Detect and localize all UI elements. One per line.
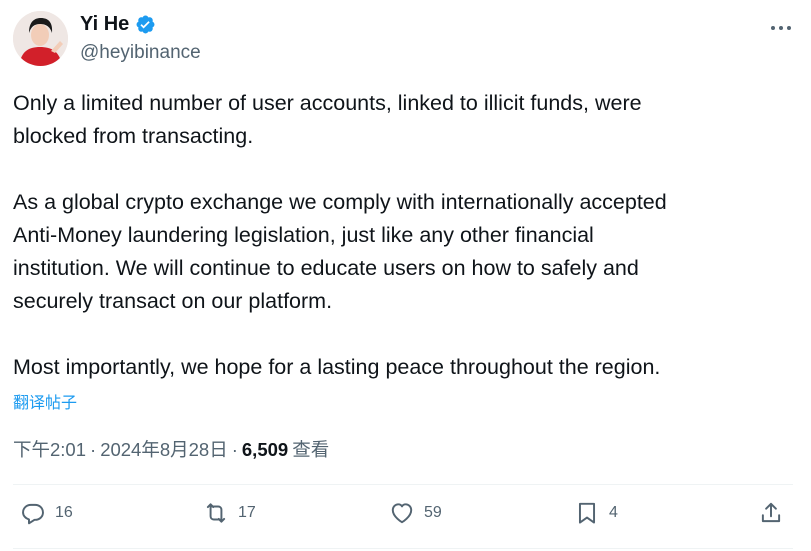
bookmark-button[interactable]: 4 [574,500,618,526]
heart-icon [391,503,413,524]
divider [13,484,793,485]
bookmark-count: 4 [609,504,618,521]
reply-icon [22,503,44,525]
views-label: 查看 [292,439,330,460]
reply-count: 16 [55,504,73,521]
translate-post-link[interactable]: 翻译帖子 [13,389,77,413]
tweet-date[interactable]: 2024年8月28日 [100,436,228,462]
bookmark-icon [578,502,596,524]
reply-button[interactable]: 16 [20,500,73,526]
retweet-count: 17 [238,504,256,521]
tweet-line: securely transact on our platform. [13,289,333,313]
tweet-text: Only a limited number of user accounts, … [13,87,793,384]
more-dots-icon [771,26,791,30]
tweet-meta: 下午2:01 · 2024年8月28日 · 6,509 查看 [13,436,329,462]
verified-badge-icon[interactable] [135,14,156,35]
author-display-name[interactable]: Yi He [80,13,129,36]
tweet-line: blocked from transacting. [13,124,254,148]
tweet-line: institution. We will continue to educate… [13,256,639,280]
like-button[interactable]: 59 [389,500,442,526]
tweet-line: As a global crypto exchange we comply wi… [13,190,667,214]
meta-separator: · [231,439,238,460]
author-handle[interactable]: @heyibinance [80,42,201,64]
more-options-button[interactable] [768,18,794,38]
divider [13,548,793,549]
tweet-actions: 16 17 59 4 [0,500,811,534]
avatar[interactable] [13,11,68,66]
tweet-time[interactable]: 下午2:01 [13,436,86,462]
like-count: 59 [424,504,442,521]
author-name-row: Yi He [80,13,156,36]
retweet-icon [206,503,226,523]
avatar-photo [13,11,68,66]
share-button[interactable] [758,500,784,526]
tweet-line: Most importantly, we hope for a lasting … [13,355,661,379]
meta-separator: · [90,439,97,460]
share-icon [761,502,781,523]
retweet-button[interactable]: 17 [203,500,256,526]
tweet-line: Only a limited number of user accounts, … [13,91,642,115]
views-count: 6,509 [241,439,289,460]
tweet-line: Anti-Money laundering legislation, just … [13,223,594,247]
